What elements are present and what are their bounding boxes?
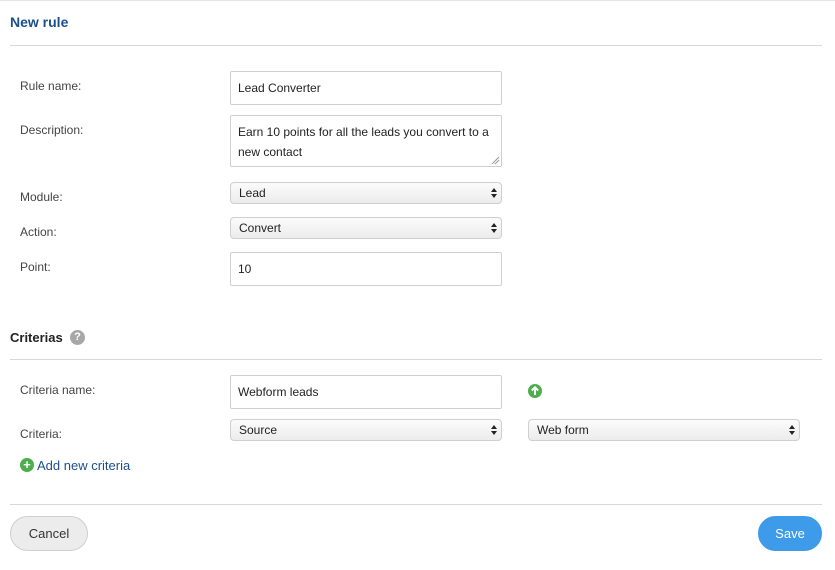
select-arrows-icon xyxy=(789,425,795,435)
rule-name-input[interactable] xyxy=(230,71,502,105)
criteria-field-select[interactable]: Source xyxy=(230,419,502,441)
cancel-button[interactable]: Cancel xyxy=(10,516,88,551)
select-arrows-icon xyxy=(491,223,497,233)
criterias-divider xyxy=(10,359,822,360)
module-label: Module: xyxy=(20,190,63,204)
point-label: Point: xyxy=(20,260,51,274)
top-divider xyxy=(0,0,835,1)
criteria-value: Web form xyxy=(537,423,589,437)
add-new-criteria-label: Add new criteria xyxy=(37,457,131,473)
panel-title: New rule xyxy=(10,14,69,30)
criteria-field-value: Source xyxy=(239,423,278,437)
action-select[interactable]: Convert xyxy=(230,217,502,239)
criteria-label: Criteria: xyxy=(20,427,63,441)
add-new-criteria-link[interactable]: + Add new criteria xyxy=(20,457,130,473)
module-select[interactable]: Lead xyxy=(230,182,502,204)
point-input[interactable] xyxy=(230,252,502,286)
description-textarea[interactable]: Earn 10 points for all the leads you con… xyxy=(230,115,502,167)
rule-name-label: Rule name: xyxy=(20,79,82,93)
help-icon[interactable]: ? xyxy=(70,330,85,345)
criteria-value-select[interactable]: Web form xyxy=(528,419,800,441)
criteria-name-input[interactable] xyxy=(230,375,502,409)
new-rule-panel: New rule Rule name: Description: Earn 10… xyxy=(0,0,835,570)
save-button[interactable]: Save xyxy=(758,516,822,551)
plus-circle-icon: + xyxy=(20,458,34,472)
description-label: Description: xyxy=(20,123,84,137)
action-select-value: Convert xyxy=(239,221,282,235)
select-arrows-icon xyxy=(491,425,497,435)
criteria-name-label: Criteria name: xyxy=(20,383,96,397)
title-divider xyxy=(10,45,822,46)
module-select-value: Lead xyxy=(239,186,266,200)
arrow-up-icon[interactable] xyxy=(528,384,542,398)
resize-grip-icon[interactable] xyxy=(490,155,500,165)
footer-divider xyxy=(10,504,822,505)
criterias-title: Criterias xyxy=(10,330,63,345)
select-arrows-icon xyxy=(491,188,497,198)
action-label: Action: xyxy=(20,225,57,239)
